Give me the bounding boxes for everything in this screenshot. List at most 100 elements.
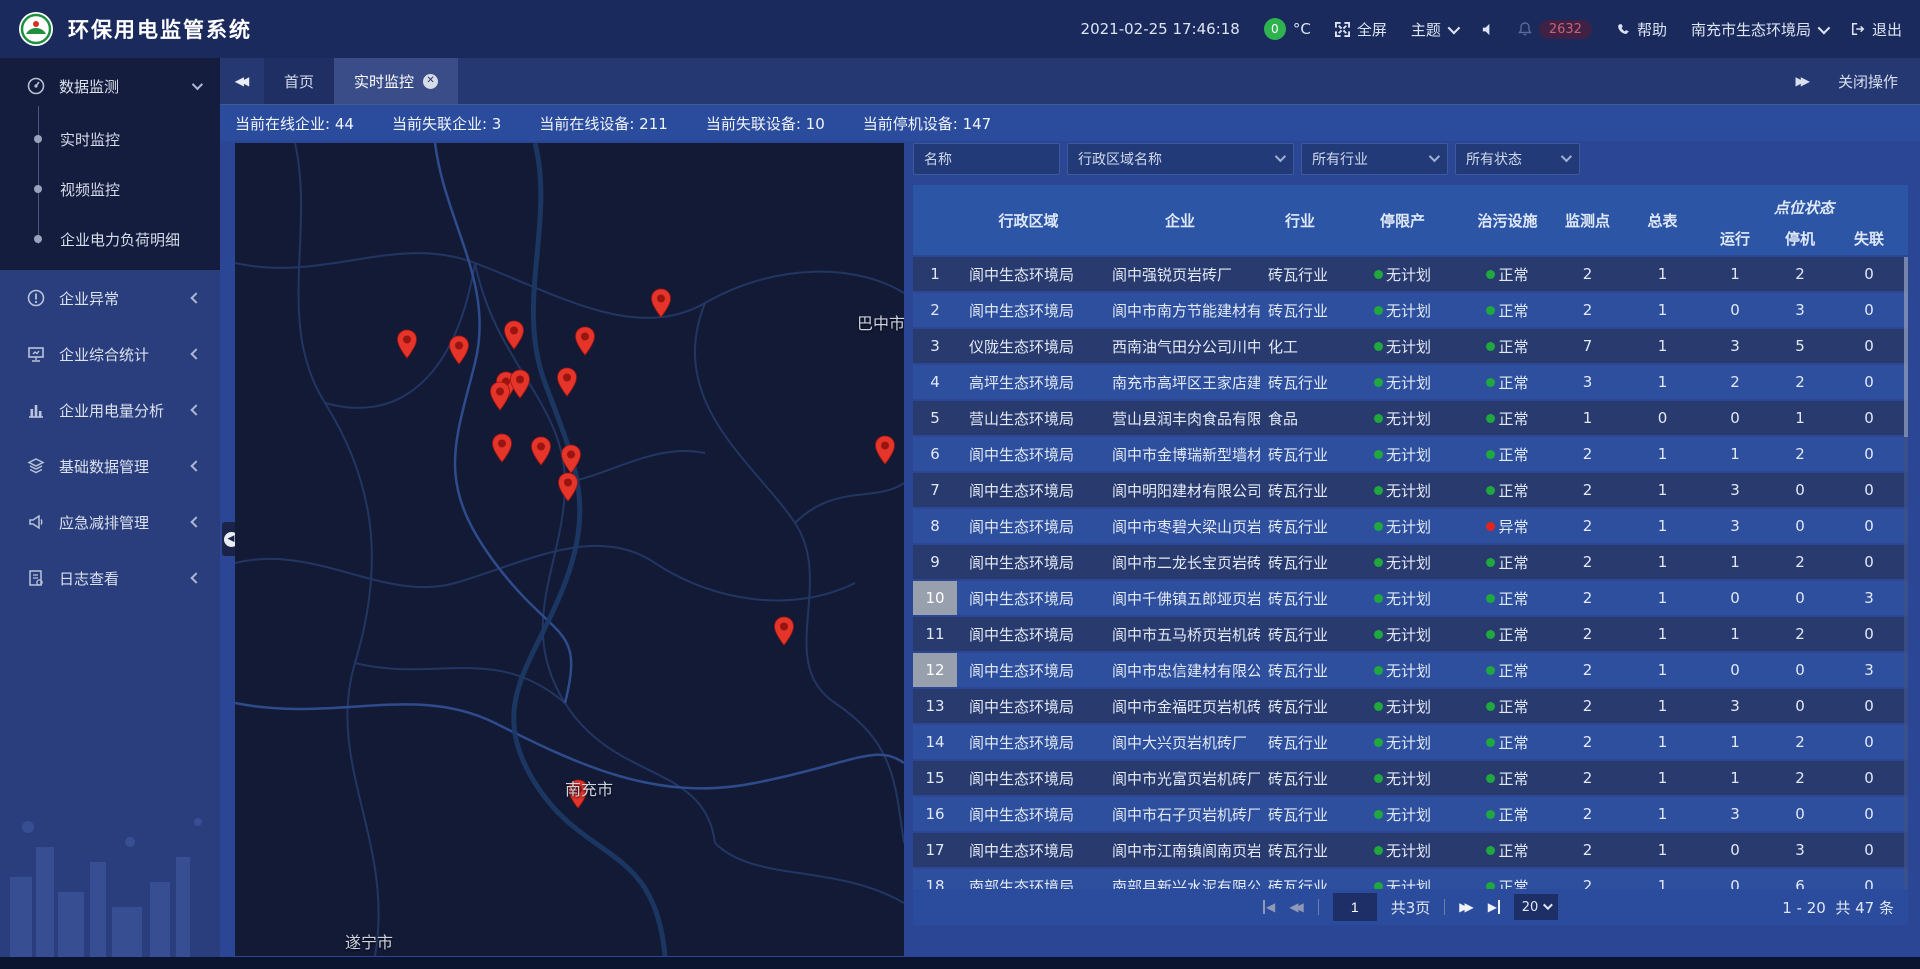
logout-button[interactable]: 退出 (1851, 19, 1902, 40)
table-row[interactable]: 15阆中生态环境局阆中市光富页岩机砖厂砖瓦行业无计划正常21120 (913, 761, 1908, 795)
table-row[interactable]: 10阆中生态环境局阆中千佛镇五郎垭页岩砖瓦行业无计划正常21003 (913, 581, 1908, 615)
sidebar-subitem[interactable]: 企业电力负荷明细 (0, 214, 220, 264)
tab-close-icon[interactable]: ✕ (423, 74, 438, 89)
status-filter-select[interactable]: 所有状态 (1455, 143, 1580, 175)
next-page-button[interactable]: ▶▶ (1459, 900, 1473, 914)
table-row[interactable]: 9阆中生态环境局阆中市二龙长宝页岩砖砖瓦行业无计划正常21120 (913, 545, 1908, 579)
cell-idx: 14 (913, 725, 957, 759)
table-row[interactable]: 4高坪生态环境局南充市高坪区王家店建砖瓦行业无计划正常31220 (913, 365, 1908, 399)
map-pin-icon[interactable] (560, 444, 582, 474)
sidebar-item-label: 基础数据管理 (59, 456, 149, 477)
status-text: 无计划 (1386, 444, 1431, 465)
map-pin-icon[interactable] (557, 472, 579, 502)
table-row[interactable]: 16阆中生态环境局阆中市石子页岩机砖厂砖瓦行业无计划正常21300 (913, 797, 1908, 831)
chevron-left-icon (190, 516, 201, 527)
notifications[interactable]: 2632 (1518, 20, 1592, 39)
page-size-select[interactable]: 20 (1514, 894, 1558, 920)
cell-stop: 无计划 (1340, 725, 1465, 759)
table-row[interactable]: 1阆中生态环境局阆中强锐页岩砖厂砖瓦行业无计划正常21120 (913, 257, 1908, 291)
theme-dropdown[interactable]: 主题 (1411, 19, 1457, 40)
table-row[interactable]: 12阆中生态环境局阆中市忠信建材有限公砖瓦行业无计划正常21003 (913, 653, 1908, 687)
help-button[interactable]: 帮助 (1616, 19, 1667, 40)
cell-stop: 无计划 (1340, 401, 1465, 435)
tab-首页[interactable]: 首页 (264, 58, 334, 104)
cell-industry: 砖瓦行业 (1260, 437, 1340, 471)
table-row[interactable]: 14阆中生态环境局阆中大兴页岩机砖厂砖瓦行业无计划正常21120 (913, 725, 1908, 759)
sidebar-item-1[interactable]: 数据监测 (0, 58, 220, 114)
map-pin-icon[interactable] (650, 288, 672, 318)
map-pin-icon[interactable] (574, 326, 596, 356)
sidebar-item-5[interactable]: 基础数据管理 (0, 438, 220, 494)
status-text: 无计划 (1386, 336, 1431, 357)
close-operations-button[interactable]: 关闭操作 (1838, 71, 1898, 92)
status-dot-icon (1374, 702, 1383, 711)
prev-page-button[interactable]: ◀◀ (1289, 900, 1303, 914)
map-pin-icon[interactable] (491, 433, 513, 463)
last-page-button[interactable]: ▶ (1488, 900, 1500, 914)
sidebar-subitem[interactable]: 视频监控 (0, 164, 220, 214)
sidebar-item-3[interactable]: 企业综合统计 (0, 326, 220, 382)
cell-industry: 砖瓦行业 (1260, 833, 1340, 867)
sidebar-item-6[interactable]: 应急减排管理 (0, 494, 220, 550)
tabs-scroll-right-button[interactable]: ▶▶ (1796, 74, 1810, 88)
tabs-scroll-left-button[interactable]: ◀◀ (220, 58, 264, 104)
cell-meter: 1 (1625, 509, 1700, 543)
map-pin-icon[interactable] (489, 381, 511, 411)
org-dropdown[interactable]: 南充市生态环境局 (1691, 19, 1827, 40)
mute-button[interactable] (1481, 23, 1494, 36)
table-row[interactable]: 3仪陇生态环境局西南油气田分公司川中化工无计划正常71350 (913, 329, 1908, 363)
table-row[interactable]: 13阆中生态环境局阆中市金福旺页岩机砖砖瓦行业无计划正常21300 (913, 689, 1908, 723)
map-pin-icon[interactable] (530, 436, 552, 466)
tab-实时监控[interactable]: 实时监控✕ (334, 58, 458, 104)
status-dot-icon (1486, 738, 1495, 747)
cell-stop: 无计划 (1340, 545, 1465, 579)
sidebar: 数据监测实时监控视频监控企业电力负荷明细企业异常企业综合统计企业用电量分析基础数… (0, 58, 220, 969)
map-pin-icon[interactable] (556, 367, 578, 397)
table-row[interactable]: 7阆中生态环境局阆中明阳建材有限公司砖瓦行业无计划正常21300 (913, 473, 1908, 507)
map-pin-icon[interactable] (503, 320, 525, 350)
table-row[interactable]: 18南部生态环境局南部县新兴水泥有限公砖瓦行业无计划正常21060 (913, 869, 1908, 891)
sidebar-item-2[interactable]: 企业异常 (0, 270, 220, 326)
map-pin-icon[interactable] (773, 616, 795, 646)
col-header-region: 行政区域 (957, 185, 1100, 255)
table-scrollbar[interactable] (1904, 257, 1908, 891)
table-row[interactable]: 2阆中生态环境局阆中市南方节能建材有砖瓦行业无计划正常21030 (913, 293, 1908, 327)
page-number-input[interactable] (1333, 893, 1377, 921)
col-header-meter: 总表 (1625, 185, 1700, 255)
table-row[interactable]: 6阆中生态环境局阆中市金博瑞新型墙材砖瓦行业无计划正常21120 (913, 437, 1908, 471)
cell-run: 0 (1700, 653, 1770, 687)
table-row[interactable]: 11阆中生态环境局阆中市五马桥页岩机砖砖瓦行业无计划正常21120 (913, 617, 1908, 651)
table-row[interactable]: 8阆中生态环境局阆中市枣碧大梁山页岩砖瓦行业无计划异常21300 (913, 509, 1908, 543)
cell-monitor: 2 (1550, 509, 1625, 543)
status-text: 正常 (1498, 444, 1528, 465)
fullscreen-button[interactable]: 全屏 (1335, 19, 1387, 40)
name-filter-input[interactable] (913, 143, 1060, 175)
status-dot-icon (1374, 594, 1383, 603)
cell-idx: 18 (913, 869, 957, 891)
sidebar-subitem[interactable]: 实时监控 (0, 114, 220, 164)
cell-lost: 0 (1830, 617, 1908, 651)
cell-lost: 0 (1830, 725, 1908, 759)
industry-filter-select[interactable]: 所有行业 (1301, 143, 1448, 175)
map-pin-icon[interactable] (396, 329, 418, 359)
sidebar-item-4[interactable]: 企业用电量分析 (0, 382, 220, 438)
col-header-point-status-group: 点位状态 运行 停机 失联 (1700, 185, 1908, 255)
cell-stop: 无计划 (1340, 869, 1465, 891)
map[interactable]: 巴中市南充市遂宁市 (235, 143, 904, 956)
top-header: 环保用电监管系统 2021-02-25 17:46:18 0 °C 全屏 主题 (0, 0, 1920, 58)
cell-stop: 无计划 (1340, 689, 1465, 723)
map-pin-icon[interactable] (448, 335, 470, 365)
map-pin-icon[interactable] (509, 369, 531, 399)
table-row[interactable]: 5营山生态环境局营山县润丰肉食品有限食品无计划正常10010 (913, 401, 1908, 435)
sidebar-item-label: 日志查看 (59, 568, 119, 589)
table-row[interactable]: 17阆中生态环境局阆中市江南镇阆南页岩砖瓦行业无计划正常21030 (913, 833, 1908, 867)
map-pin-icon[interactable] (874, 435, 896, 465)
region-filter-select[interactable]: 行政区域名称 (1067, 143, 1294, 175)
layers-icon (26, 456, 46, 476)
cell-region: 南部生态环境局 (957, 869, 1100, 891)
cell-facility: 正常 (1465, 653, 1550, 687)
cell-meter: 1 (1625, 869, 1700, 891)
sidebar-subitem-label: 实时监控 (60, 129, 120, 150)
first-page-button[interactable]: ◀ (1263, 900, 1275, 914)
sidebar-item-7[interactable]: 日志查看 (0, 550, 220, 606)
